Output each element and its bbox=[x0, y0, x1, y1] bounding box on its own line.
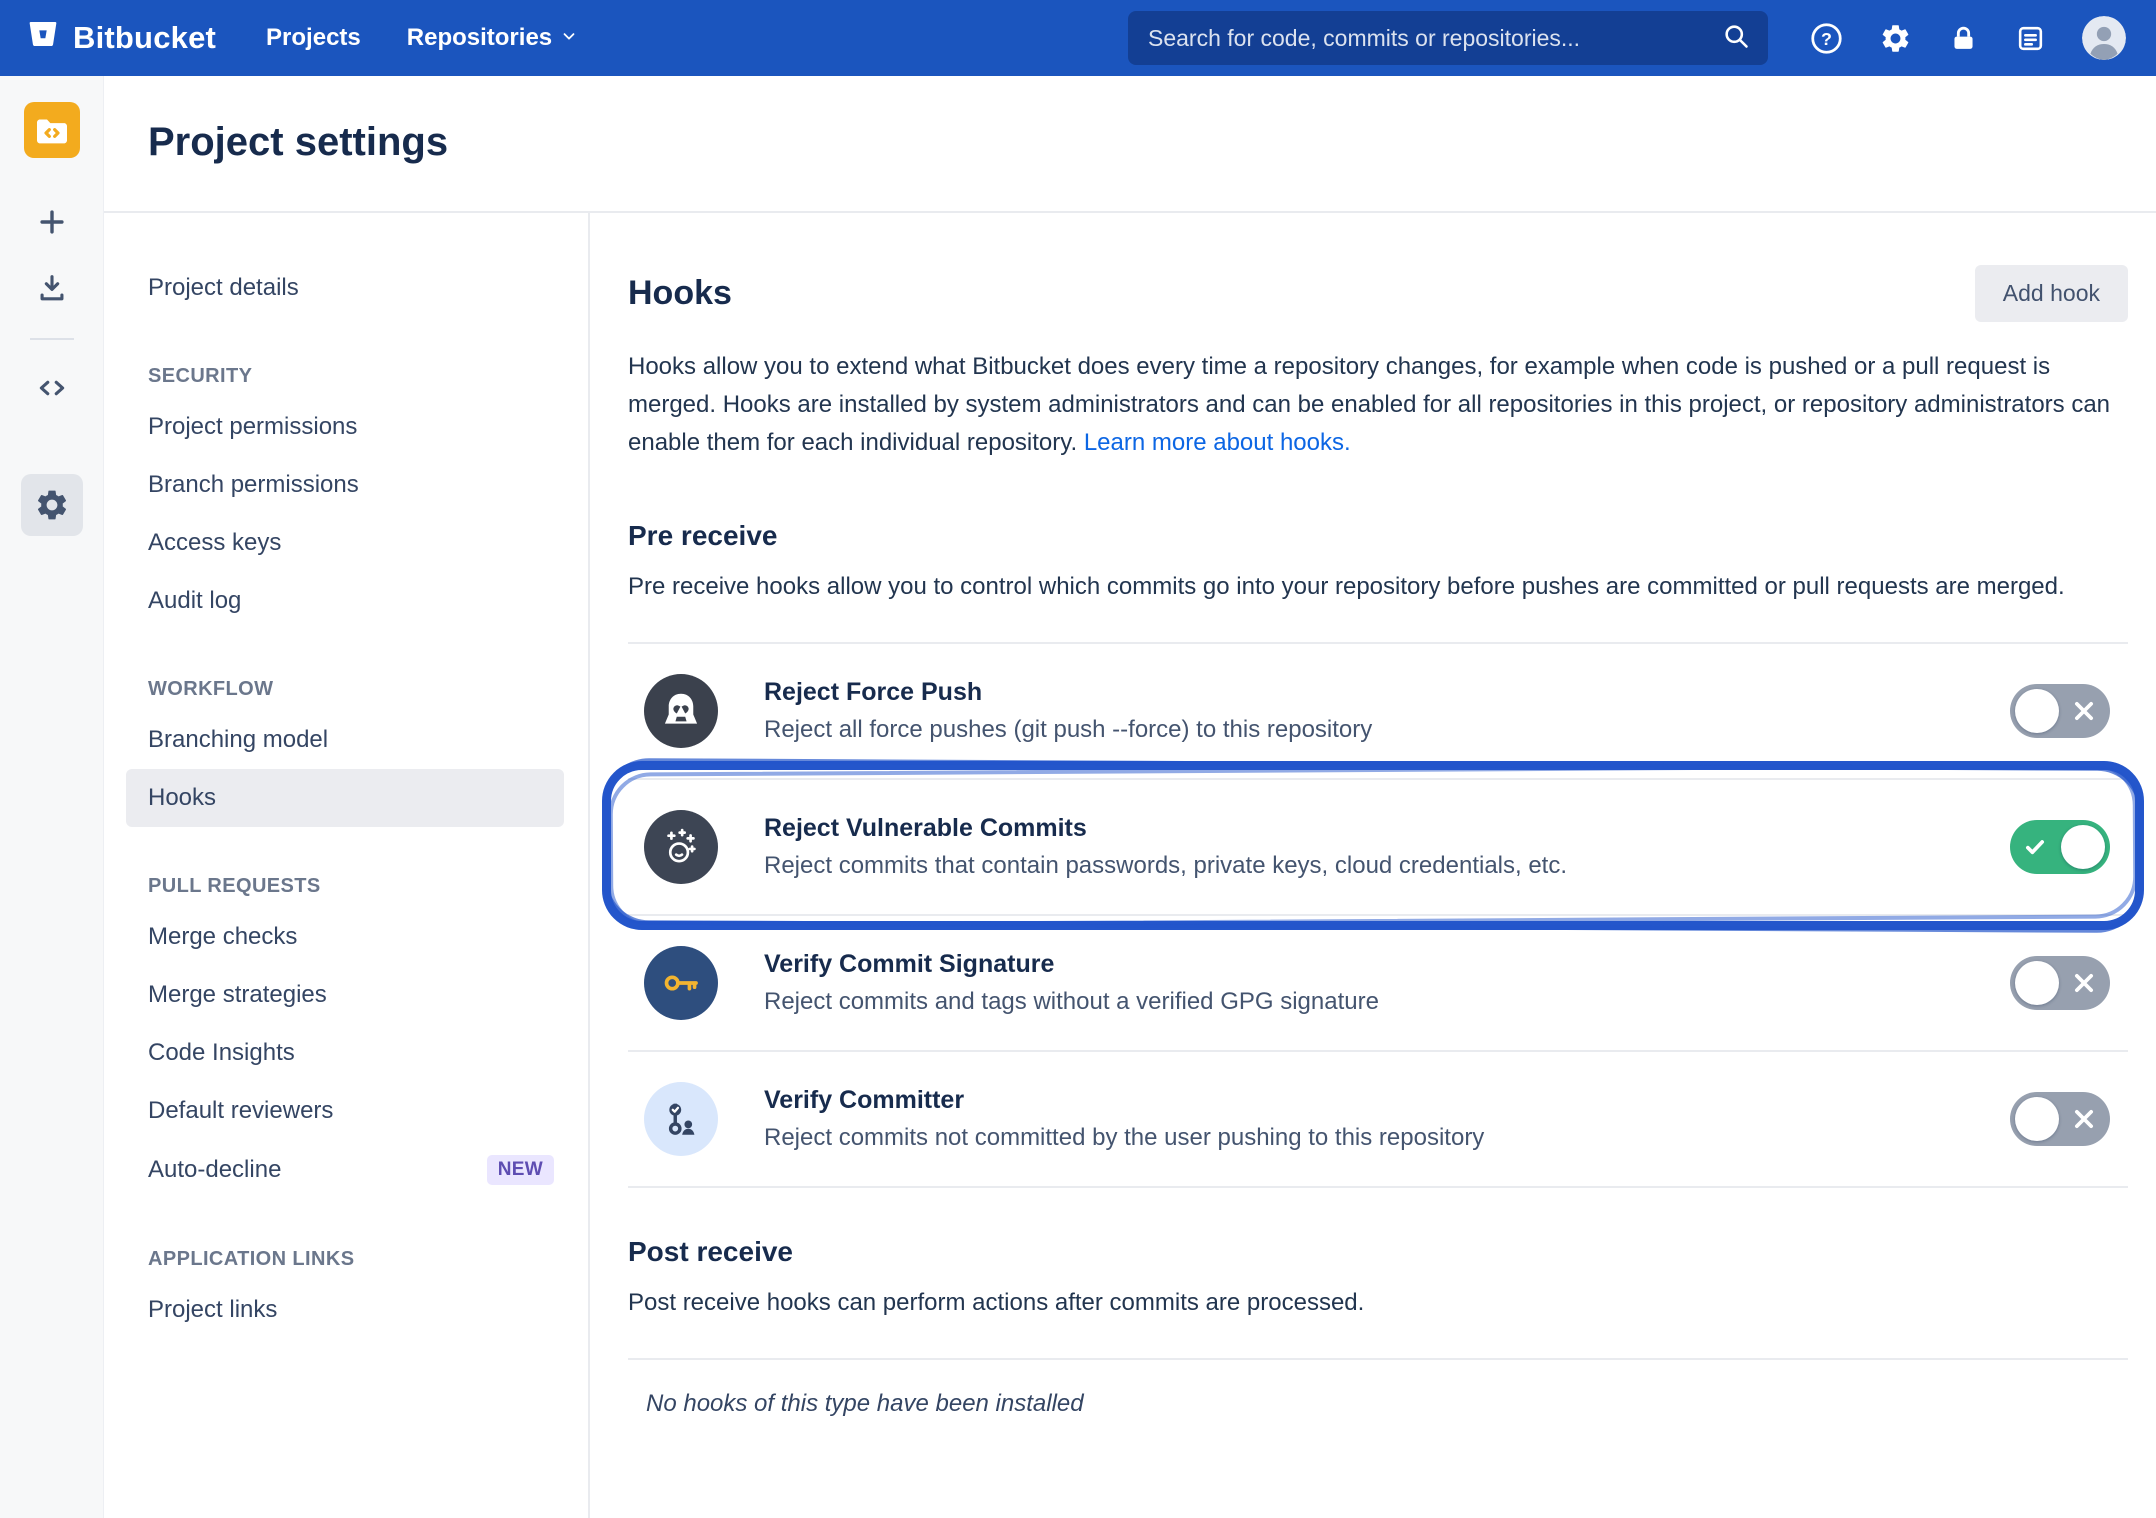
help-icon[interactable]: ? bbox=[1810, 22, 1843, 55]
page-title: Project settings bbox=[148, 120, 2156, 165]
hook-list: Reject Force Push Reject all force pushe… bbox=[628, 642, 2128, 1188]
empty-hooks-message: No hooks of this type have been installe… bbox=[646, 1390, 2128, 1418]
new-badge: NEW bbox=[487, 1155, 554, 1185]
bitbucket-bucket-icon bbox=[26, 17, 60, 59]
sidebar-item-audit-log[interactable]: Audit log bbox=[126, 572, 564, 630]
hook-text: Verify Committer Reject commits not comm… bbox=[764, 1086, 1484, 1152]
settings-nav: Project details SECURITY Project permiss… bbox=[104, 213, 590, 1518]
sidebar-heading-security: SECURITY bbox=[148, 365, 564, 388]
nav-repositories-label: Repositories bbox=[407, 24, 552, 52]
search-icon bbox=[1722, 22, 1750, 55]
project-avatar[interactable] bbox=[24, 102, 80, 158]
toggle-knob bbox=[2015, 689, 2059, 733]
hook-description: Reject all force pushes (git push --forc… bbox=[764, 716, 1372, 744]
toggle-verify-committer[interactable] bbox=[2010, 1092, 2110, 1146]
global-search bbox=[1128, 11, 1768, 65]
sidebar-item-branching-model[interactable]: Branching model bbox=[126, 711, 564, 769]
hook-row-verify-committer: Verify Committer Reject commits not comm… bbox=[628, 1050, 2128, 1188]
hooks-intro: Hooks allow you to extend what Bitbucket… bbox=[628, 348, 2128, 462]
sidebar-heading-application-links: APPLICATION LINKS bbox=[148, 1248, 564, 1271]
sidebar-item-access-keys[interactable]: Access keys bbox=[126, 514, 564, 572]
sidebar-item-hooks[interactable]: Hooks bbox=[126, 769, 564, 827]
key-icon bbox=[644, 946, 718, 1020]
sidebar-heading-workflow: WORKFLOW bbox=[148, 678, 564, 701]
pre-receive-description: Pre receive hooks allow you to control w… bbox=[628, 568, 2128, 606]
sidebar-item-project-details[interactable]: Project details bbox=[126, 259, 564, 317]
chevron-down-icon bbox=[560, 24, 578, 52]
top-navbar: Bitbucket Projects Repositories ? bbox=[0, 0, 2156, 76]
hook-text: Reject Vulnerable Commits Reject commits… bbox=[764, 814, 1567, 880]
create-plus-icon[interactable] bbox=[28, 198, 76, 246]
sidebar-item-merge-strategies[interactable]: Merge strategies bbox=[126, 966, 564, 1024]
toggle-reject-force-push[interactable] bbox=[2010, 684, 2110, 738]
sidebar-item-code-insights[interactable]: Code Insights bbox=[126, 1024, 564, 1082]
hook-description: Reject commits and tags without a verifi… bbox=[764, 988, 1379, 1016]
hook-description: Reject commits not committed by the user… bbox=[764, 1124, 1484, 1152]
svg-text:?: ? bbox=[1821, 28, 1832, 48]
navbar-menu: Projects Repositories bbox=[266, 24, 578, 52]
sidebar-heading-pull-requests: PULL REQUESTS bbox=[148, 875, 564, 898]
sidebar-item-merge-checks[interactable]: Merge checks bbox=[126, 908, 564, 966]
gear-icon[interactable] bbox=[1879, 22, 1912, 55]
bitbucket-logo[interactable]: Bitbucket bbox=[26, 17, 216, 59]
brand-name: Bitbucket bbox=[73, 20, 216, 56]
hooks-panel: Hooks Add hook Hooks allow you to extend… bbox=[590, 213, 2156, 1518]
learn-more-link[interactable]: Learn more about hooks. bbox=[1084, 429, 1351, 456]
settings-gear-icon[interactable] bbox=[21, 474, 83, 536]
hook-row-reject-vulnerable-commits: Reject Vulnerable Commits Reject commits… bbox=[628, 778, 2128, 914]
hooks-intro-text: Hooks allow you to extend what Bitbucket… bbox=[628, 353, 2110, 456]
hook-row-reject-force-push: Reject Force Push Reject all force pushe… bbox=[628, 642, 2128, 778]
sidebar-item-project-links[interactable]: Project links bbox=[126, 1281, 564, 1339]
project-rail bbox=[0, 76, 104, 1518]
post-receive-heading: Post receive bbox=[628, 1236, 2128, 1268]
toggle-knob bbox=[2015, 1097, 2059, 1141]
search-input[interactable] bbox=[1146, 24, 1722, 53]
nav-repositories[interactable]: Repositories bbox=[407, 24, 578, 52]
hook-name: Reject Vulnerable Commits bbox=[764, 814, 1567, 843]
download-icon[interactable] bbox=[28, 264, 76, 312]
hook-text: Reject Force Push Reject all force pushe… bbox=[764, 678, 1372, 744]
rail-divider bbox=[30, 338, 74, 340]
darth-vader-icon bbox=[644, 674, 718, 748]
hook-row-verify-commit-signature: Verify Commit Signature Reject commits a… bbox=[628, 914, 2128, 1050]
sidebar-item-branch-permissions[interactable]: Branch permissions bbox=[126, 456, 564, 514]
hook-description: Reject commits that contain passwords, p… bbox=[764, 852, 1567, 880]
toggle-knob bbox=[2015, 961, 2059, 1005]
toggle-reject-vulnerable-commits[interactable] bbox=[2010, 820, 2110, 874]
face-with-stars-icon bbox=[644, 810, 718, 884]
sidebar-item-default-reviewers[interactable]: Default reviewers bbox=[126, 1082, 564, 1140]
user-avatar[interactable] bbox=[2082, 16, 2126, 60]
post-receive-divider bbox=[628, 1358, 2128, 1360]
hook-name: Verify Commit Signature bbox=[764, 950, 1379, 979]
post-receive-description: Post receive hooks can perform actions a… bbox=[628, 1284, 2128, 1322]
code-icon[interactable] bbox=[28, 364, 76, 412]
feedback-icon[interactable] bbox=[2015, 23, 2046, 54]
sidebar-item-project-permissions[interactable]: Project permissions bbox=[126, 398, 564, 456]
hooks-title: Hooks bbox=[628, 274, 732, 313]
pre-receive-heading: Pre receive bbox=[628, 520, 2128, 552]
hook-text: Verify Commit Signature Reject commits a… bbox=[764, 950, 1379, 1016]
navbar-actions: ? bbox=[1810, 16, 2126, 60]
hook-name: Reject Force Push bbox=[764, 678, 1372, 707]
toggle-knob bbox=[2061, 825, 2105, 869]
lock-icon[interactable] bbox=[1948, 23, 1979, 54]
add-hook-button[interactable]: Add hook bbox=[1975, 265, 2128, 322]
hook-name: Verify Committer bbox=[764, 1086, 1484, 1115]
committer-graph-icon bbox=[644, 1082, 718, 1156]
nav-projects[interactable]: Projects bbox=[266, 24, 361, 52]
auto-decline-label: Auto-decline bbox=[148, 1156, 281, 1184]
toggle-verify-commit-signature[interactable] bbox=[2010, 956, 2110, 1010]
sidebar-item-auto-decline[interactable]: Auto-decline NEW bbox=[126, 1140, 564, 1200]
